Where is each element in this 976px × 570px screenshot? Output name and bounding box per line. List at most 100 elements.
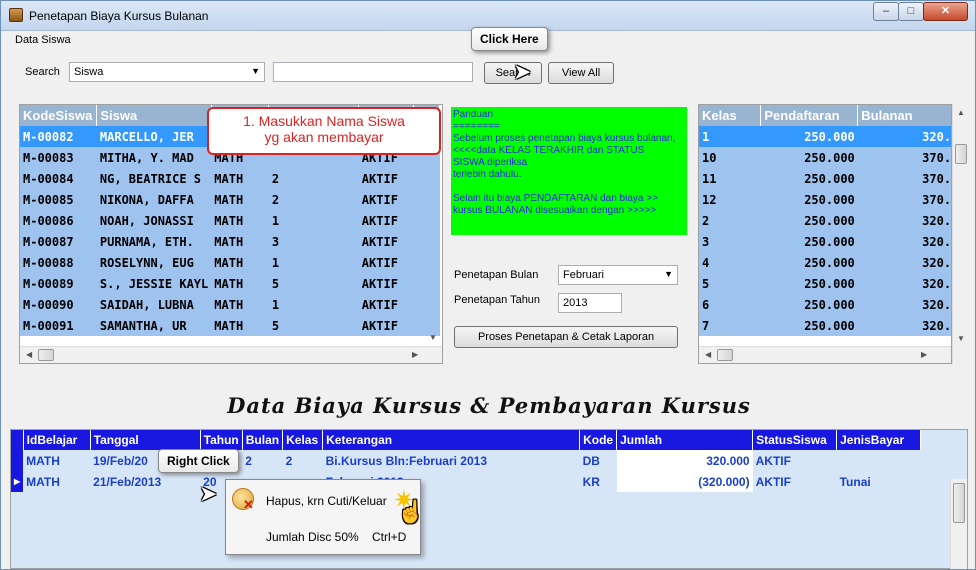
click-here-tag: Click Here — [471, 27, 548, 51]
table-cell: 1 — [699, 126, 761, 147]
table-row[interactable]: 11250.000370.00 — [699, 168, 951, 189]
row-selector[interactable] — [11, 450, 24, 471]
scroll-left-icon[interactable]: ◀ — [705, 350, 711, 359]
table-row[interactable]: M-00084 NG, BEATRICE S MATH 2 AKTIF — [20, 168, 440, 189]
table-cell: AKTIF — [358, 294, 414, 315]
chevron-down-icon: ▼ — [664, 269, 673, 279]
column-header[interactable]: Pendaftaran — [760, 105, 859, 126]
table-row[interactable]: M-00086 NOAH, JONASSI MATH 1 AKTIF — [20, 210, 440, 231]
scroll-thumb[interactable] — [955, 144, 967, 164]
table-row[interactable]: M-00087 PURNAMA, ETH. MATH 3 AKTIF — [20, 231, 440, 252]
bulan-label: Penetapan Bulan — [454, 269, 539, 281]
table-cell: 21/Feb/2013 — [93, 474, 162, 489]
table-cell: 1 — [268, 210, 359, 231]
table-row[interactable]: 4250.000320.00 — [699, 252, 951, 273]
table-row[interactable]: M-00091 SAMANTHA, UR MATH 5 AKTIF — [20, 315, 440, 336]
table-row[interactable]: 1250.000320.00 — [699, 126, 951, 147]
table-cell: 320.00 — [857, 315, 951, 336]
table-row[interactable]: 12250.000370.00 — [699, 189, 951, 210]
column-header[interactable]: Bulanan — [857, 105, 951, 126]
table-cell: M-00089 — [20, 273, 97, 294]
table-cell: 3 — [268, 231, 359, 252]
right-click-tag: Right Click — [158, 449, 239, 473]
table-cell: NG, BEATRICE S — [96, 168, 212, 189]
row-header-corner — [11, 430, 24, 450]
close-button[interactable]: ✕ — [923, 2, 968, 21]
app-icon — [9, 8, 23, 22]
column-header[interactable]: Keterangan — [322, 430, 581, 450]
column-header[interactable]: Siswa — [96, 105, 212, 126]
column-header[interactable]: Tahun — [200, 430, 243, 450]
search-input[interactable] — [273, 62, 473, 82]
scroll-thumb[interactable] — [953, 483, 965, 523]
table-row[interactable]: ▶MATH21/Feb/201320Februari 2013KR(320.00… — [11, 471, 921, 492]
table-cell: M-00085 — [20, 189, 97, 210]
tahun-input[interactable]: 2013 — [558, 293, 622, 313]
column-header[interactable]: Kode — [579, 430, 618, 450]
table-row[interactable]: 2250.000320.00 — [699, 210, 951, 231]
scroll-right-icon[interactable]: ▶ — [412, 350, 418, 359]
column-header[interactable]: IdBelajar — [23, 430, 91, 450]
section-title: Data Biaya Kursus & Pembayaran Kursus — [227, 393, 751, 418]
fees-hscrollbar[interactable]: ◀ ▶ — [699, 346, 951, 363]
table-row[interactable]: M-00089 S., JESSIE KAYL MATH 5 AKTIF — [20, 273, 440, 294]
table-cell: Bi.Kursus Bln:Februari 2013 — [325, 453, 487, 468]
table-cell: MATH — [211, 189, 269, 210]
fees-grid[interactable]: KelasPendaftaranBulanan 1250.000320.0010… — [698, 104, 952, 364]
table-row[interactable]: 6250.000320.00 — [699, 294, 951, 315]
scroll-right-icon[interactable]: ▶ — [921, 350, 927, 359]
row-selector[interactable]: ▶ — [11, 471, 24, 492]
table-row[interactable]: M-00085 NIKONA, DAFFA MATH 2 AKTIF — [20, 189, 440, 210]
payments-grid[interactable]: IdBelajar Tanggal Tahun Bulan Kelas Keteranga… — [10, 429, 968, 569]
table-cell: MARCELLO, JER — [96, 126, 212, 147]
scroll-down-icon[interactable]: ▼ — [957, 334, 965, 343]
table-cell: 5 — [268, 315, 359, 336]
column-header[interactable]: Bulan — [242, 430, 284, 450]
table-cell: S., JESSIE KAYL — [96, 273, 212, 294]
scroll-up-icon[interactable]: ▲ — [957, 108, 965, 117]
scroll-thumb[interactable] — [38, 349, 54, 361]
search-label: Search — [25, 66, 60, 78]
table-cell: AKTIF — [358, 273, 414, 294]
table-cell: MATH — [26, 453, 60, 468]
table-cell — [413, 294, 440, 315]
column-header[interactable]: KodeSiswa — [20, 105, 98, 126]
table-row[interactable]: MATH 19/Feb/20 2 2 Bi.Kursus Bln:Februari 20… — [11, 450, 921, 471]
table-cell: AKTIF — [358, 189, 414, 210]
scroll-left-icon[interactable]: ◀ — [26, 350, 32, 359]
table-row[interactable]: M-00090 SAIDAH, LUBNA MATH 1 AKTIF — [20, 294, 440, 315]
column-header[interactable]: Tanggal — [90, 430, 201, 450]
students-hscrollbar[interactable]: ◀ ▶ — [20, 346, 442, 363]
view-all-button[interactable]: View All — [548, 62, 614, 84]
table-row[interactable]: M-00088 ROSELYNN, EUG MATH 1 AKTIF — [20, 252, 440, 273]
column-header[interactable]: JenisBayar — [836, 430, 922, 450]
table-cell: Tunai — [839, 474, 871, 489]
table-cell: 320.00 — [857, 252, 951, 273]
minimize-button[interactable]: – — [873, 2, 899, 21]
table-row[interactable]: 5250.000320.00 — [699, 273, 951, 294]
scroll-down-icon[interactable]: ▼ — [429, 333, 437, 342]
column-header[interactable]: Kelas — [282, 430, 324, 450]
table-cell: 5 — [699, 273, 761, 294]
column-header[interactable]: Jumlah — [616, 430, 754, 450]
process-print-button[interactable]: Proses Penetapan & Cetak Laporan — [454, 326, 678, 348]
table-cell: MATH — [211, 168, 269, 189]
column-header[interactable]: StatusSiswa — [752, 430, 838, 450]
table-cell: 250.000 — [760, 315, 858, 336]
table-row[interactable]: 3250.000320.00 — [699, 231, 951, 252]
menu-item-hapus[interactable]: Hapus, krn Cuti/Keluar — [266, 494, 387, 508]
table-cell: KR — [582, 474, 600, 489]
search-field-select[interactable]: Siswa ▼ — [69, 62, 265, 82]
maximize-button[interactable]: □ — [898, 2, 924, 21]
scroll-thumb[interactable] — [717, 349, 733, 361]
fees-vscrollbar[interactable]: ▲ ▼ — [952, 104, 969, 364]
table-cell: 5 — [268, 273, 359, 294]
table-cell: MATH — [211, 210, 269, 231]
menu-data-siswa[interactable]: Data Siswa — [15, 34, 71, 46]
table-row[interactable]: 10250.000370.00 — [699, 147, 951, 168]
column-header[interactable]: Kelas — [699, 105, 762, 126]
table-row[interactable]: 7250.000320.00 — [699, 315, 951, 336]
payments-vscrollbar[interactable] — [950, 479, 967, 569]
menu-item-disc[interactable]: Jumlah Disc 50% — [266, 530, 359, 544]
bulan-select[interactable]: Februari ▼ — [558, 265, 678, 285]
